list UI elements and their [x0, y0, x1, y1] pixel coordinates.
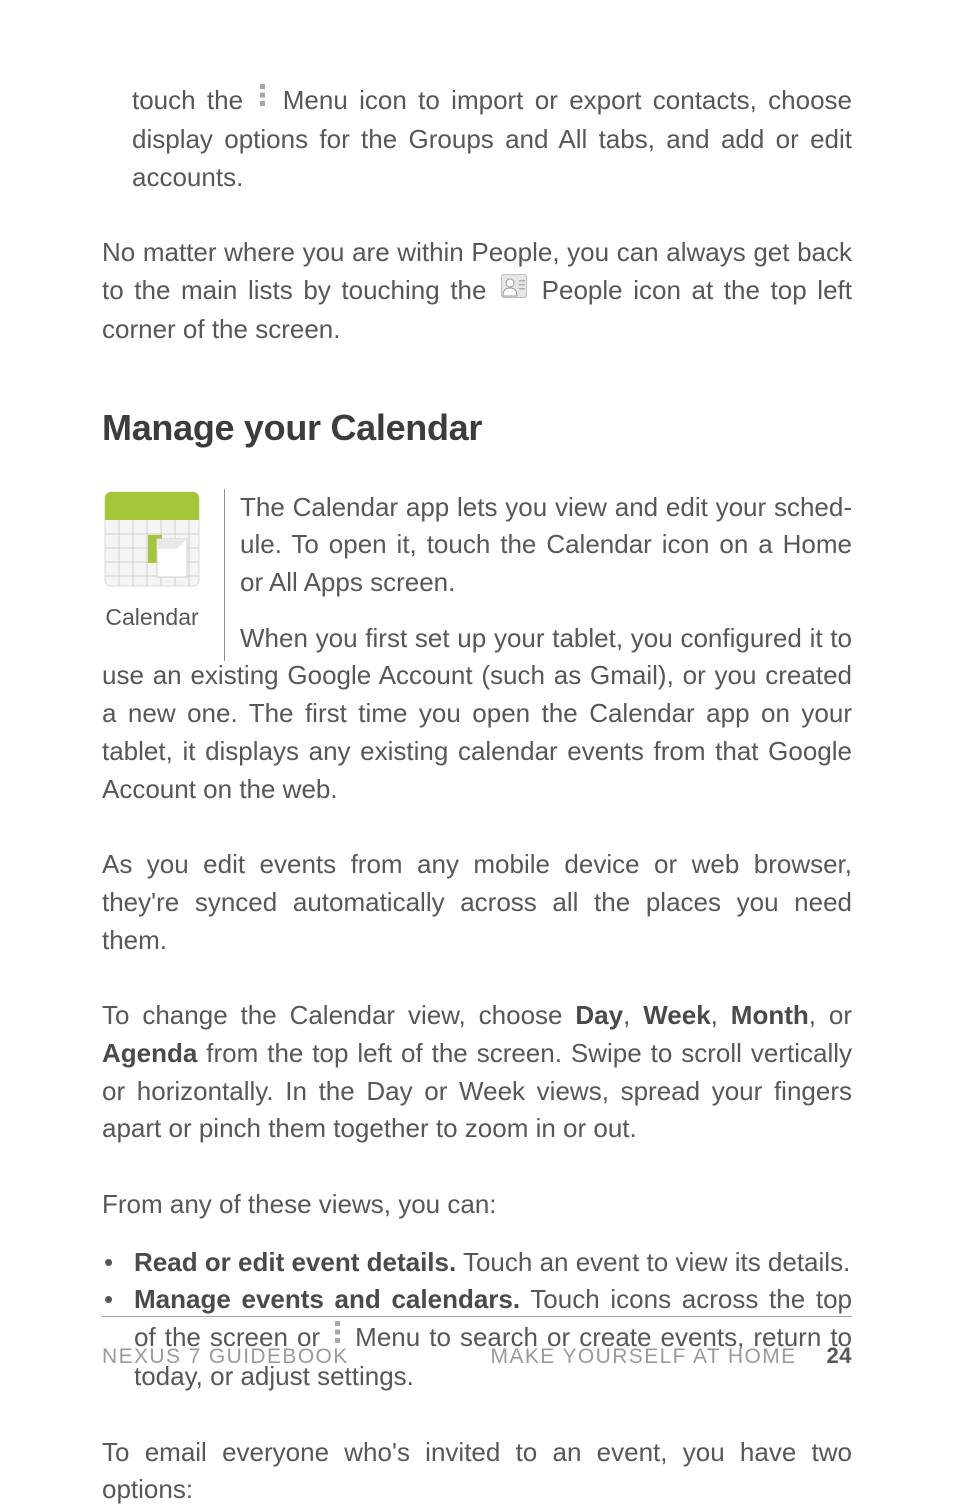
text: ,: [623, 1000, 643, 1030]
page-footer: NEXUS 7 GUIDEBOOK MAKE YOURSELF AT HOME …: [102, 1316, 852, 1369]
bold-agenda: Agen­da: [102, 1038, 197, 1068]
page-number: 24: [827, 1343, 852, 1369]
figure-divider: [224, 489, 225, 661]
paragraph-views: To change the Calendar view, choose Day,…: [102, 997, 852, 1148]
paragraph-contacts-menu: touch the Menu icon to import or export …: [132, 82, 852, 196]
text: from the top left of the screen. Swipe t…: [102, 1038, 852, 1143]
calendar-icon: [102, 576, 202, 593]
list-bold: Manage events and calendars.: [134, 1284, 520, 1314]
bold-day: Day: [575, 1000, 623, 1030]
list-bold: Read or edit event details.: [134, 1247, 456, 1277]
paragraph-email: To email everyone who's invited to an ev…: [102, 1434, 852, 1509]
footer-left: NEXUS 7 GUIDEBOOK: [102, 1345, 349, 1369]
calendar-caption: Calendar: [102, 604, 202, 631]
section-heading: Manage your Calendar: [102, 407, 852, 449]
footer-right-group: MAKE YOURSELF AT HOME 24: [491, 1343, 852, 1369]
paragraph-sync: As you edit events from any mobile devic…: [102, 846, 852, 959]
text: To change the Calendar view, choose: [102, 1000, 575, 1030]
bold-month: Month: [731, 1000, 809, 1030]
bold-week: Week: [643, 1000, 710, 1030]
people-icon: [501, 271, 527, 309]
text: , or: [809, 1000, 852, 1030]
calendar-flow: When you first set up your tablet, you c…: [102, 620, 852, 808]
calendar-figure-wrap: Calendar The Calendar app lets you view …: [102, 489, 852, 809]
menu-icon: [258, 81, 267, 119]
paragraph-people-icon: No matter where you are within People, y…: [102, 234, 852, 348]
text: touch the: [132, 85, 254, 115]
footer-section: MAKE YOURSELF AT HOME: [491, 1345, 797, 1369]
calendar-section: Calendar The Calendar app lets you view …: [102, 489, 852, 847]
text: ,: [711, 1000, 731, 1030]
calendar-figure: Calendar: [102, 489, 222, 631]
list-item: Read or edit event details. Touch an eve…: [102, 1244, 852, 1282]
paragraph-from-any: From any of these views, you can:: [102, 1186, 852, 1224]
text: Touch an event to view its details.: [456, 1247, 850, 1277]
